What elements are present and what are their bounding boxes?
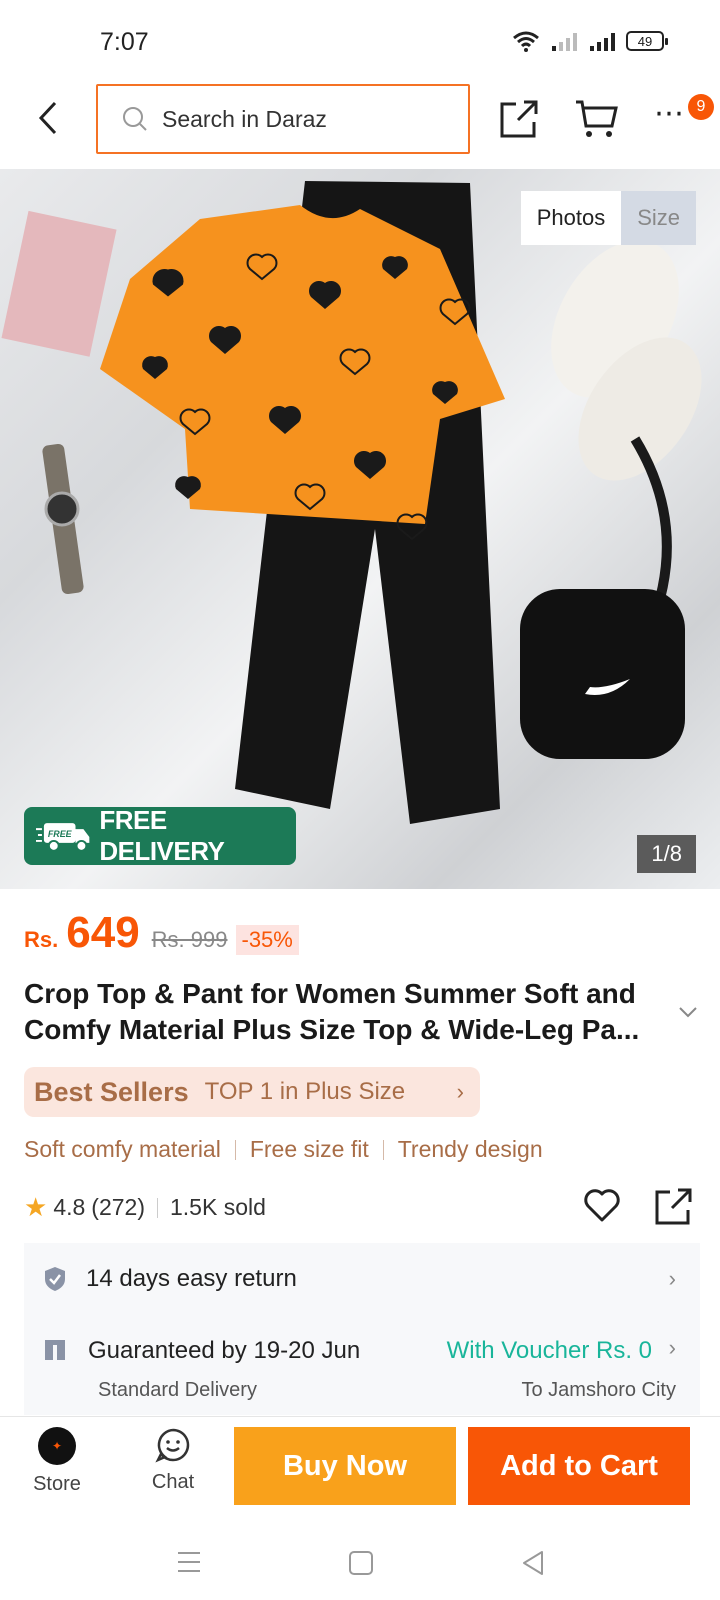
chat-label: Chat: [151, 1471, 195, 1493]
system-nav-bar: [0, 1526, 720, 1600]
delivery-row[interactable]: Guaranteed by 19-20 Jun With Voucher Rs.…: [24, 1315, 700, 1415]
signal-strong-icon: [590, 33, 615, 51]
top-nav: Search in Daraz ⋯ 9: [0, 84, 720, 168]
delivery-type: Standard Delivery: [98, 1379, 257, 1401]
wifi-icon: [513, 31, 539, 52]
rating-row[interactable]: ★ 4.8 (272) 1.5K sold: [24, 1192, 266, 1223]
delivery-truck-icon: FREE: [36, 823, 90, 852]
divider: [157, 1197, 158, 1218]
divider: [382, 1139, 384, 1160]
chevron-right-icon: ›: [668, 1335, 676, 1360]
free-delivery-label: FREE DELIVERY: [99, 805, 225, 866]
delivery-city: To Jamshoro City: [521, 1379, 677, 1401]
rating-count: (272): [91, 1194, 145, 1220]
tab-size[interactable]: Size: [621, 191, 696, 245]
home-icon[interactable]: [348, 1550, 374, 1576]
status-icons: 49: [512, 30, 668, 52]
chevron-right-icon: ›: [456, 1079, 464, 1104]
recent-apps-icon[interactable]: [176, 1550, 202, 1574]
tab-photos[interactable]: Photos: [520, 191, 622, 245]
best-sellers-rank: TOP 1 in Plus Size: [204, 1078, 406, 1105]
search-icon: [123, 107, 147, 131]
chevron-left-icon: [38, 101, 57, 135]
status-time: 7:07: [100, 28, 149, 56]
notification-badge: 9: [688, 94, 714, 120]
back-button[interactable]: [28, 98, 68, 138]
product-photo: [1, 181, 702, 824]
product-image[interactable]: Photos Size FREE FREE DELIVERY 1/8: [0, 169, 720, 889]
service-card: 14 days easy return › Guaranteed by 19-2…: [24, 1243, 700, 1415]
share-icon[interactable]: [654, 1186, 694, 1226]
price-currency: Rs.: [24, 927, 59, 952]
original-price: Rs. 999: [151, 927, 228, 952]
star-icon: ★: [24, 1192, 48, 1222]
image-tabs: Photos Size: [520, 191, 696, 245]
rating-value: 4.8: [53, 1194, 86, 1220]
return-policy-row[interactable]: 14 days easy return ›: [24, 1243, 700, 1315]
best-sellers-banner[interactable]: Best Sellers TOP 1 in Plus Size ›: [24, 1067, 480, 1117]
battery-icon: 49: [626, 31, 668, 51]
package-icon: [45, 1340, 65, 1360]
shield-check-icon: [45, 1267, 65, 1291]
status-bar: 7:07 49: [0, 0, 720, 84]
store-logo-icon: ✦: [38, 1427, 76, 1465]
chevron-right-icon: ›: [668, 1266, 676, 1291]
delivery-guarantee: Guaranteed by 19-20 Jun: [88, 1337, 361, 1364]
signal-weak-icon: [552, 33, 577, 51]
share-icon[interactable]: [498, 98, 540, 140]
product-title: Crop Top & Pant for Women Summer Soft an…: [24, 978, 640, 1045]
price-value: 649: [66, 908, 140, 957]
cart-icon[interactable]: [574, 98, 618, 140]
chevron-down-icon[interactable]: [676, 1004, 700, 1020]
delivery-voucher: With Voucher Rs. 0: [446, 1337, 652, 1364]
feature-tag: Soft comfy material: [24, 1136, 221, 1162]
sold-count: 1.5K sold: [170, 1194, 266, 1220]
add-to-cart-button[interactable]: Add to Cart: [468, 1427, 690, 1505]
chat-icon: [155, 1428, 190, 1463]
feature-tag: Free size fit: [249, 1136, 369, 1162]
discount-badge: -35%: [235, 925, 299, 955]
chat-button[interactable]: Chat: [140, 1427, 206, 1494]
buy-now-button[interactable]: Buy Now: [234, 1427, 456, 1505]
free-tag: FREE: [48, 829, 73, 839]
feature-tag: Trendy design: [397, 1136, 543, 1162]
return-policy-text: 14 days easy return: [86, 1265, 297, 1292]
price-row: Rs. 649 Rs. 999 -35%: [24, 908, 299, 958]
feature-tags: Soft comfy material Free size fit Trendy…: [24, 1136, 543, 1163]
heart-icon[interactable]: [582, 1186, 622, 1226]
battery-level: 49: [637, 33, 653, 49]
search-placeholder: Search in Daraz: [162, 105, 327, 132]
bottom-action-bar: ✦ Store Chat Buy Now Add to Cart: [0, 1416, 720, 1526]
store-label: Store: [33, 1473, 81, 1495]
free-delivery-badge: FREE FREE DELIVERY: [24, 805, 296, 866]
store-button[interactable]: ✦ Store: [24, 1427, 90, 1496]
image-counter: 1/8: [637, 835, 696, 873]
divider: [234, 1139, 236, 1160]
best-sellers-label: Best Sellers: [34, 1076, 189, 1107]
search-input[interactable]: Search in Daraz: [96, 84, 470, 154]
back-triangle-icon[interactable]: [520, 1550, 546, 1576]
